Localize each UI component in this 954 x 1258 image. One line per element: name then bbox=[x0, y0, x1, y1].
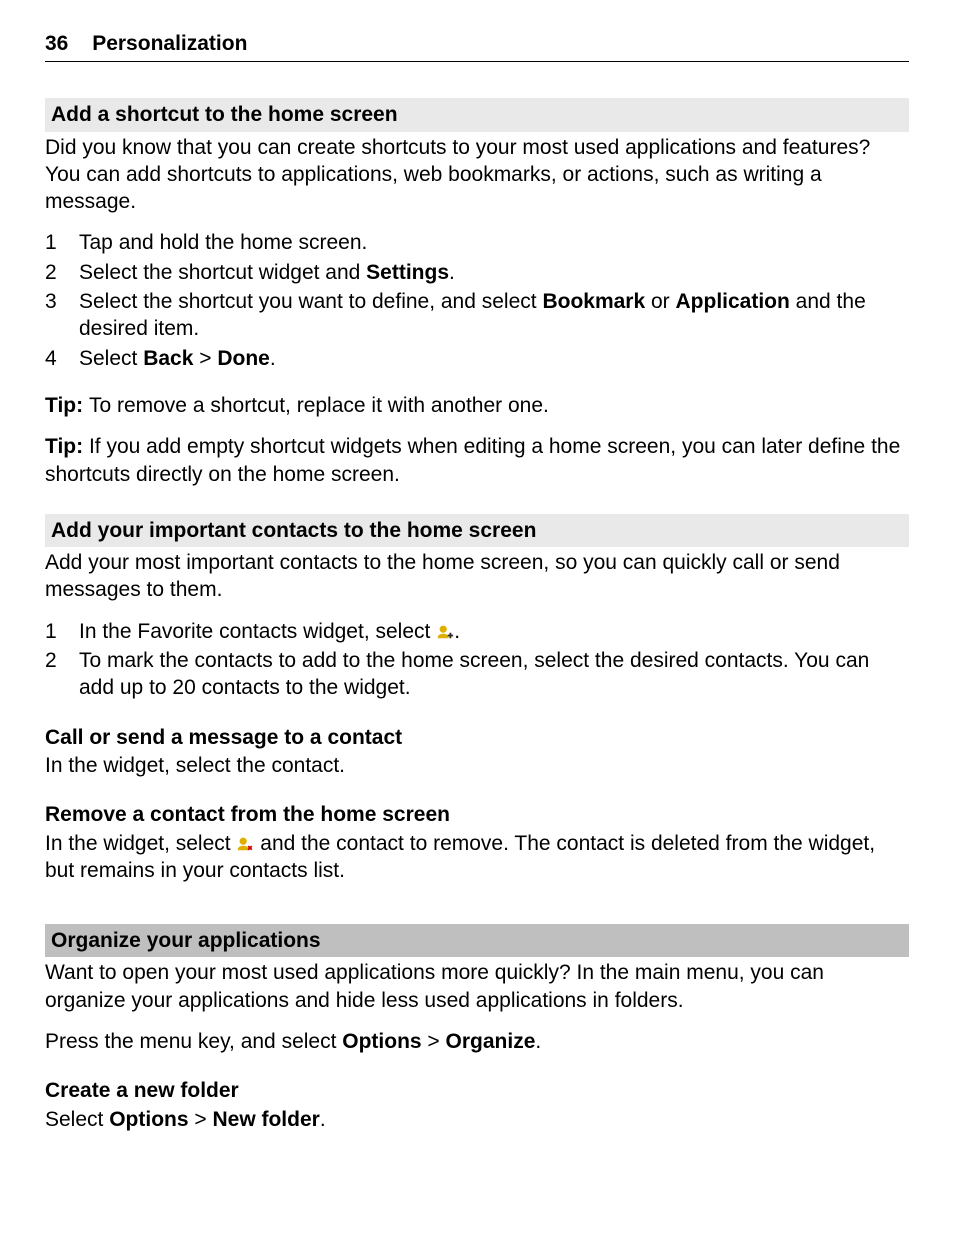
step-item: Tap and hold the home screen. bbox=[45, 229, 909, 256]
body-text: Add your most important contacts to the … bbox=[45, 549, 909, 604]
subheading-call-send: Call or send a message to a contact bbox=[45, 724, 909, 751]
body-text: Want to open your most used applications… bbox=[45, 959, 909, 1014]
subheading-create-folder: Create a new folder bbox=[45, 1077, 909, 1104]
step-item: Select the shortcut you want to define, … bbox=[45, 288, 909, 343]
section-title-add-contacts: Add your important contacts to the home … bbox=[45, 514, 909, 547]
step-item: To mark the contacts to add to the home … bbox=[45, 647, 909, 702]
page-number: 36 bbox=[45, 32, 68, 55]
body-text: Select Options > New folder. bbox=[45, 1106, 909, 1133]
tip-paragraph: Tip: If you add empty shortcut widgets w… bbox=[45, 433, 909, 488]
body-text: Press the menu key, and select Options >… bbox=[45, 1028, 909, 1055]
person-add-icon bbox=[436, 622, 454, 640]
section-title-organize-apps: Organize your applications bbox=[45, 924, 909, 957]
step-item: In the Favorite contacts widget, select … bbox=[45, 618, 909, 645]
tip-paragraph: Tip: To remove a shortcut, replace it wi… bbox=[45, 392, 909, 419]
chapter-title: Personalization bbox=[92, 32, 247, 55]
body-text: Did you know that you can create shortcu… bbox=[45, 134, 909, 216]
step-item: Select Back > Done. bbox=[45, 345, 909, 372]
steps-list: Tap and hold the home screen. Select the… bbox=[45, 229, 909, 371]
page-header: 36 Personalization bbox=[45, 30, 909, 62]
person-remove-icon bbox=[236, 834, 254, 852]
step-item: Select the shortcut widget and Settings. bbox=[45, 259, 909, 286]
steps-list: In the Favorite contacts widget, select … bbox=[45, 618, 909, 702]
subheading-remove-contact: Remove a contact from the home screen bbox=[45, 801, 909, 828]
body-text: In the widget, select the contact. bbox=[45, 752, 909, 779]
section-title-add-shortcut: Add a shortcut to the home screen bbox=[45, 98, 909, 131]
body-text: In the widget, select and the contact to… bbox=[45, 830, 909, 885]
